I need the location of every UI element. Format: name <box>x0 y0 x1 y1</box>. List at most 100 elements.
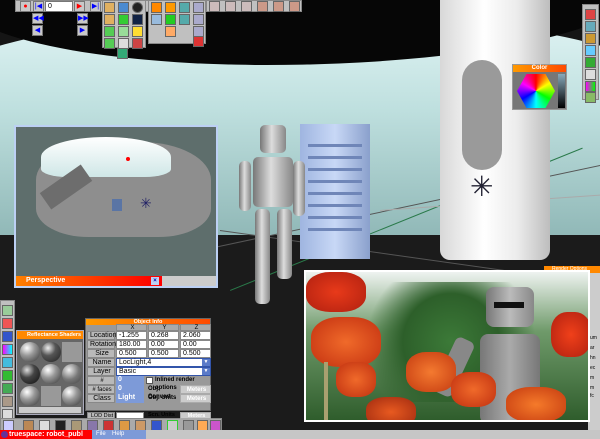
size-label: Size <box>87 349 115 358</box>
cube-tool-icon[interactable] <box>132 26 143 37</box>
paint-icon[interactable] <box>585 57 596 68</box>
name-field[interactable]: LocLight,4 <box>116 358 211 367</box>
app-title[interactable]: truespace: robot_publ <box>0 430 92 439</box>
texture-icon[interactable] <box>2 370 13 381</box>
glue-icon[interactable] <box>165 26 176 37</box>
pillar-recess <box>462 60 502 170</box>
location-z[interactable]: 2.060 <box>180 331 211 340</box>
reflectance-panel: Reflectance Shaders <box>16 330 84 415</box>
palette-icon[interactable] <box>585 81 596 92</box>
axis-rotate-icon[interactable] <box>241 1 252 12</box>
zoom-icon[interactable] <box>289 1 300 12</box>
faces-value: 0 <box>116 385 144 394</box>
size-z[interactable]: 0.500 <box>180 349 211 358</box>
menu-help[interactable]: Help <box>112 430 124 439</box>
environment-icon[interactable] <box>2 383 13 394</box>
next-key-icon[interactable]: ▶▶ <box>77 13 89 24</box>
app-title-text: truespace: robot_publ <box>9 431 83 438</box>
color-hexagon[interactable] <box>517 74 555 108</box>
frame-input[interactable]: 0 <box>45 1 73 12</box>
tire-tool-icon[interactable] <box>132 2 143 13</box>
render-icon[interactable] <box>585 45 596 56</box>
render-image <box>304 270 590 422</box>
joint-tool-icon[interactable] <box>118 26 129 37</box>
color-panel-title: Color <box>513 65 566 72</box>
prev-frame-icon[interactable]: ◀ <box>32 25 43 36</box>
color-icon[interactable] <box>2 344 13 355</box>
scale-tool-icon[interactable] <box>104 14 115 25</box>
obj-units-label: Obj. Units <box>148 395 177 401</box>
shader-icon[interactable] <box>2 331 13 342</box>
first-frame-icon[interactable]: |◀ <box>33 1 44 12</box>
light-icon[interactable]: ✳ <box>140 195 152 212</box>
column-y: Y <box>148 324 179 331</box>
axis-icon[interactable] <box>209 1 220 12</box>
column-x: X <box>116 324 147 331</box>
close-icon[interactable]: × <box>151 277 159 285</box>
location-y[interactable]: 0.268 <box>148 331 179 340</box>
robot-model <box>235 125 315 310</box>
light-marker[interactable] <box>126 157 130 161</box>
file-icon[interactable] <box>193 2 204 13</box>
object-info-panel: Object Info X Y Z Location -1.255 0.268 … <box>85 318 211 411</box>
last-frame-icon[interactable]: ▶| <box>90 1 101 12</box>
obj-convert-button[interactable]: Meters <box>180 385 211 394</box>
camera-tool-icon[interactable] <box>132 14 143 25</box>
record-icon[interactable]: ● <box>20 1 31 12</box>
chain-icon[interactable] <box>179 14 190 25</box>
play-icon[interactable]: ▶ <box>74 1 85 12</box>
light-icon[interactable]: ✳ <box>470 172 500 202</box>
rotation-y[interactable]: 0.00 <box>148 340 179 349</box>
delete-tool-icon[interactable] <box>132 38 143 49</box>
material-icon[interactable] <box>585 9 596 20</box>
eye-move-icon[interactable] <box>257 1 268 12</box>
location-x[interactable]: -1.255 <box>116 331 147 340</box>
green-cube-icon[interactable] <box>165 14 176 25</box>
perspective-title-bar[interactable]: Perspective × <box>16 276 216 286</box>
landscape-icon[interactable] <box>585 92 596 103</box>
object-tool-icon[interactable] <box>151 2 162 13</box>
stop-icon[interactable] <box>193 36 204 47</box>
next-frame-icon[interactable]: ▶ <box>77 25 88 36</box>
tool-palette <box>102 0 146 49</box>
truespace-logo-icon <box>1 431 8 438</box>
size-x[interactable]: 0.500 <box>116 349 147 358</box>
layer-dropdown-icon[interactable]: ▼ <box>202 368 210 375</box>
stair-tool-icon[interactable] <box>117 48 128 59</box>
eye-rotate-icon[interactable] <box>273 1 284 12</box>
loop-tool-icon[interactable] <box>104 38 115 49</box>
reflectance-scrollbar[interactable] <box>19 407 81 413</box>
lod-dist-field[interactable] <box>116 412 144 419</box>
link-icon[interactable] <box>179 2 190 13</box>
location-label: Location <box>87 331 116 340</box>
layer-select[interactable]: Basic <box>116 367 211 376</box>
scene-icon[interactable] <box>585 21 596 32</box>
inlined-render-checkbox[interactable] <box>146 377 153 384</box>
rotate-tool-icon[interactable] <box>118 2 129 13</box>
axis-view-icon[interactable] <box>225 1 236 12</box>
rgb-icon[interactable] <box>2 318 13 329</box>
prev-key-icon[interactable]: ◀◀ <box>32 13 44 24</box>
rotation-x[interactable]: 180.00 <box>116 340 147 349</box>
percent-icon[interactable] <box>2 305 13 316</box>
brush-icon[interactable] <box>2 396 13 407</box>
perspective-window[interactable]: ✳ Perspective × <box>14 125 218 288</box>
scn-units-button[interactable]: Meters <box>180 412 211 419</box>
car-icon[interactable] <box>2 357 13 368</box>
move-tool-icon[interactable] <box>104 2 115 13</box>
plane-icon[interactable] <box>151 14 162 25</box>
brightness-slider[interactable] <box>558 74 565 108</box>
rotation-z[interactable]: 0.00 <box>180 340 211 349</box>
save-icon[interactable] <box>193 14 204 25</box>
menu-file[interactable]: File <box>96 430 106 439</box>
obj-units-button[interactable]: Meters <box>180 394 211 403</box>
perspective-wall <box>41 137 171 177</box>
wrench-tool-icon[interactable] <box>118 14 129 25</box>
size-y[interactable]: 0.500 <box>148 349 179 358</box>
light-tool-icon[interactable] <box>585 33 596 44</box>
path-tool-icon[interactable] <box>104 26 115 37</box>
view-buttons[interactable] <box>162 276 216 286</box>
grid-icon[interactable] <box>585 69 596 80</box>
name-dropdown-icon[interactable]: ▼ <box>202 359 210 366</box>
green-object-icon[interactable] <box>165 2 176 13</box>
